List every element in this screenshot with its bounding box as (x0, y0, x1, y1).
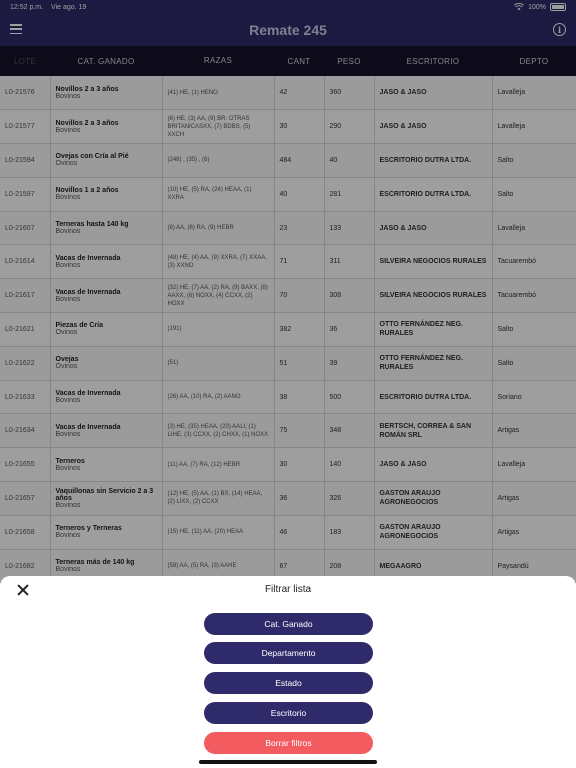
clear-filters-button[interactable]: Borrar filtros (204, 732, 373, 754)
filter-departamento-button[interactable]: Departamento (204, 642, 373, 664)
filter-estado-button[interactable]: Estado (204, 672, 373, 694)
filter-cat-ganado-button[interactable]: Cat. Ganado (204, 613, 373, 635)
filter-sheet: Filtrar lista Cat. Ganado Departamento E… (0, 576, 576, 768)
home-indicator (199, 760, 377, 764)
sheet-title: Filtrar lista (264, 584, 312, 595)
filter-escritorio-button[interactable]: Escritorio (204, 702, 373, 724)
